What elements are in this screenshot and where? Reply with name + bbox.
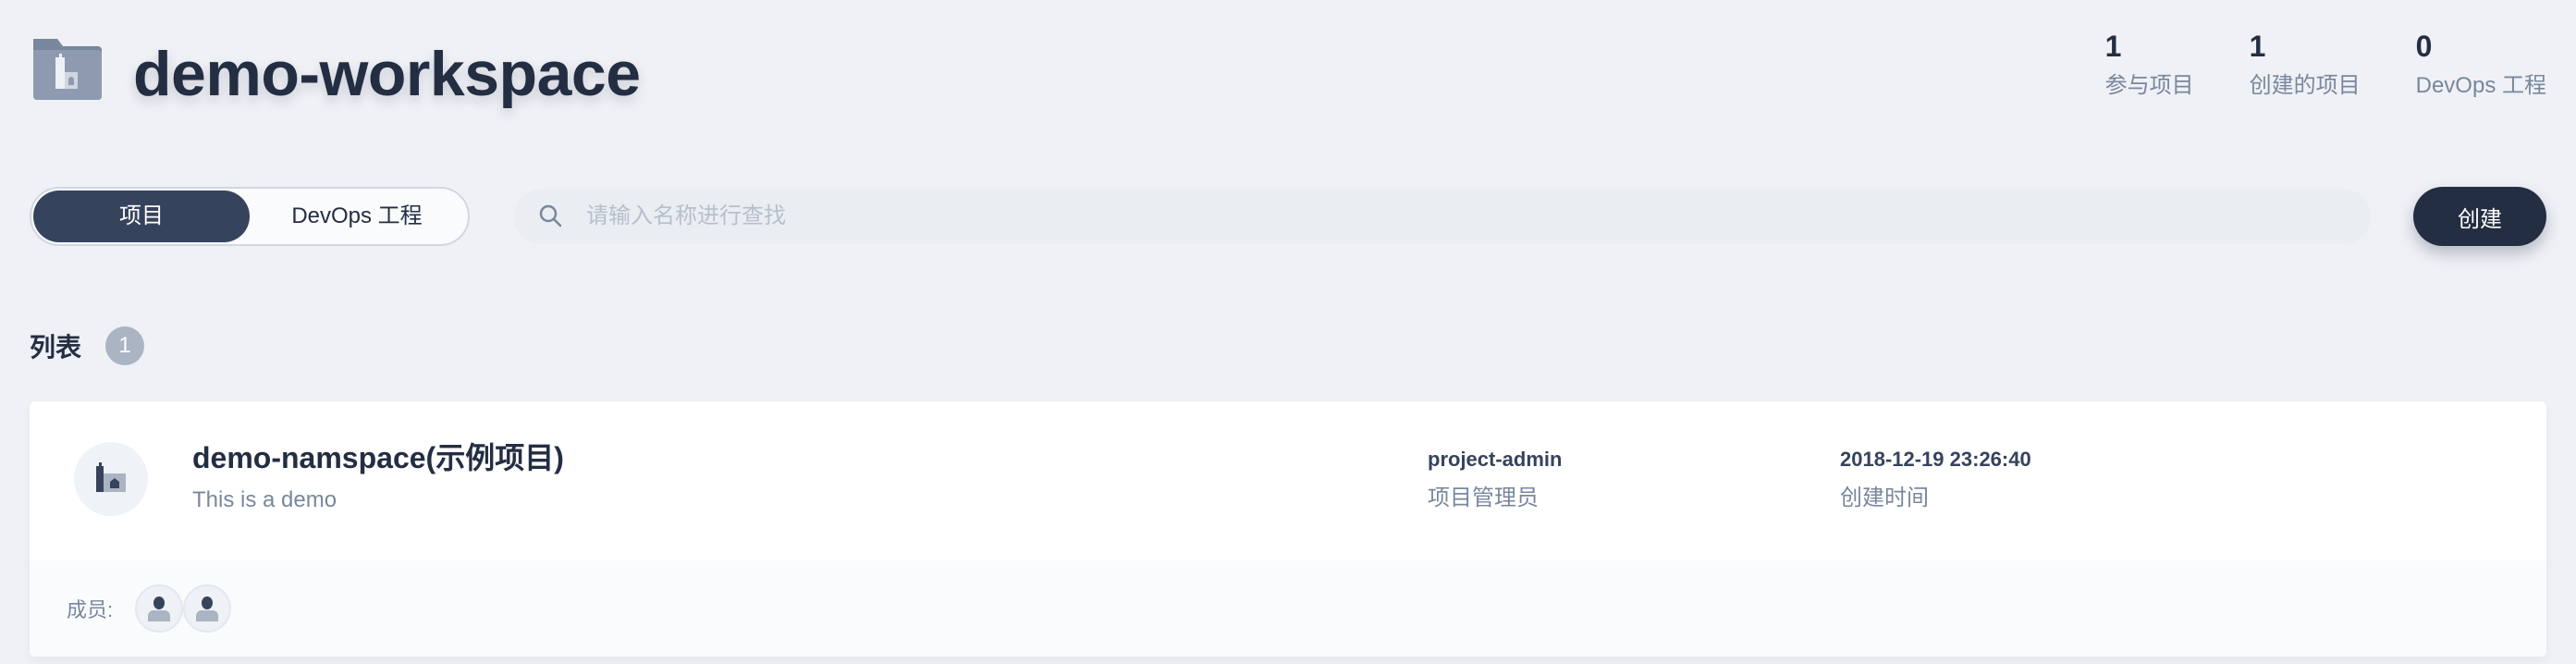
project-card[interactable]: demo-namspace(示例项目) This is a demo proje… — [30, 401, 2546, 657]
project-role-value: project-admin — [1428, 448, 1563, 471]
member-avatar[interactable] — [135, 584, 184, 633]
stat-created-projects: 1 创建的项目 — [2250, 28, 2361, 104]
page-title: demo-workspace — [133, 39, 641, 109]
project-description: This is a demo — [192, 487, 337, 512]
project-created-label: 创建时间 — [1840, 486, 1929, 510]
stat-devops-projects: 0 DevOps 工程 — [2416, 28, 2546, 104]
stat-value: 1 — [2104, 30, 2122, 63]
workspace-folder-icon — [33, 39, 102, 100]
tab-projects[interactable]: 项目 — [33, 191, 250, 242]
search-icon — [539, 204, 562, 227]
create-button[interactable]: 创建 — [2413, 187, 2546, 246]
workspace-stats: 1 参与项目 1 创建的项目 0 DevOps 工程 — [2105, 28, 2546, 104]
list-title: 列表 — [30, 333, 82, 362]
stat-label: 参与项目 — [2104, 73, 2194, 98]
stat-value: 0 — [2415, 30, 2433, 63]
list-count-badge: 1 — [105, 326, 145, 365]
list-heading: 列表 1 — [30, 326, 145, 365]
search-input[interactable] — [584, 190, 2345, 243]
project-role-label: 项目管理员 — [1428, 486, 1539, 510]
project-created-value: 2018-12-19 23:26:40 — [1840, 448, 2031, 471]
project-name[interactable]: demo-namspace(示例项目) — [192, 438, 564, 477]
user-avatar-icon — [148, 596, 171, 621]
search-bar[interactable] — [514, 189, 2371, 244]
stat-value: 1 — [2249, 30, 2266, 63]
workspace-header: demo-workspace 1 参与项目 1 创建的项目 0 DevOps 工… — [30, 28, 2546, 129]
members-label: 成员: — [67, 598, 114, 621]
stat-label: DevOps 工程 — [2415, 73, 2546, 98]
toolbar: 项目 DevOps 工程 创建 — [30, 185, 2546, 248]
tab-devops[interactable]: DevOps 工程 — [250, 191, 464, 242]
project-avatar — [74, 442, 148, 516]
project-card-footer: 成员: — [30, 560, 2546, 657]
project-type-tabs: 项目 DevOps 工程 — [30, 187, 470, 246]
project-icon — [96, 462, 126, 492]
stat-label: 创建的项目 — [2249, 73, 2361, 98]
stat-joined-projects: 1 参与项目 — [2105, 28, 2194, 104]
member-avatar[interactable] — [183, 584, 232, 633]
project-card-main: demo-namspace(示例项目) This is a demo proje… — [30, 401, 2546, 560]
user-avatar-icon — [196, 596, 219, 621]
